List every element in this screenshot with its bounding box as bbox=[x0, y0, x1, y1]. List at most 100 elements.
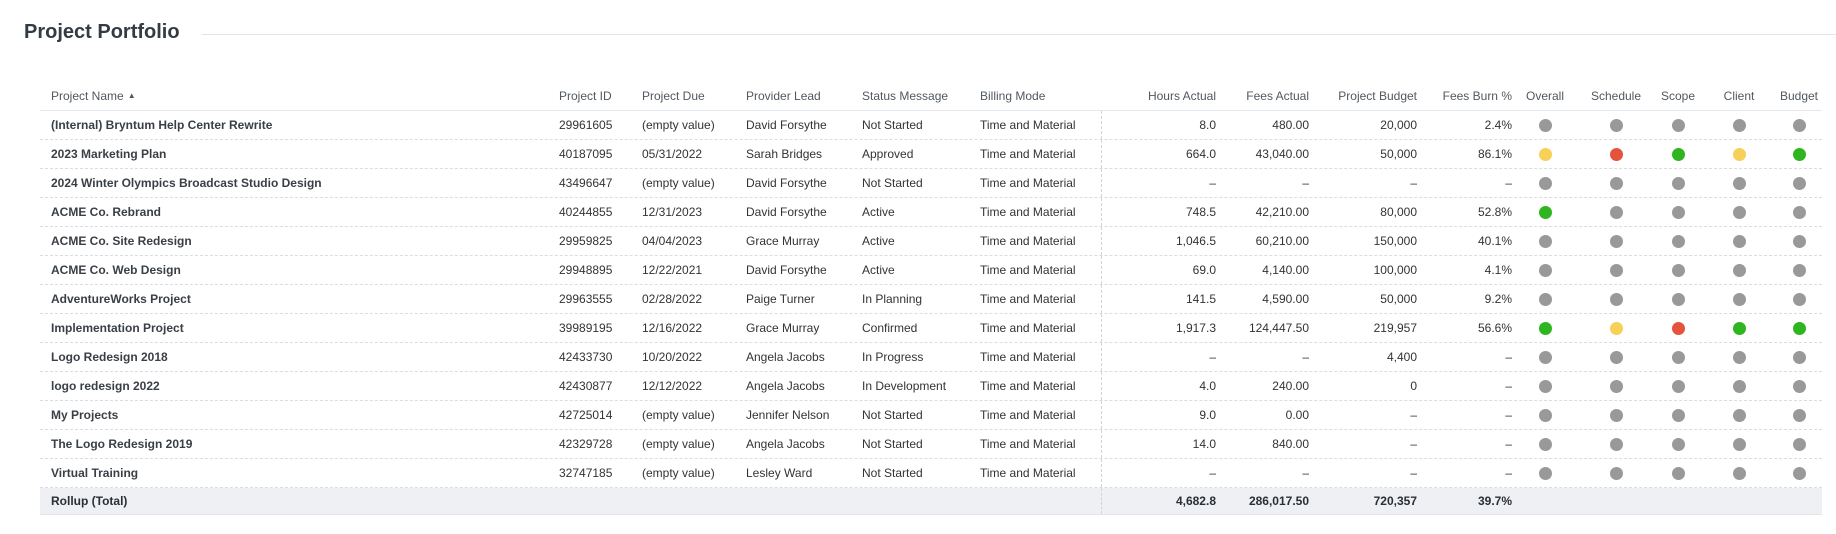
cell-client bbox=[1702, 372, 1776, 400]
status-dot-icon bbox=[1792, 321, 1806, 335]
cell-id: 29959825 bbox=[559, 234, 613, 248]
cell-budgetStatus bbox=[1776, 111, 1822, 139]
cell-burn: – bbox=[1505, 176, 1512, 190]
cell-budget: – bbox=[1410, 176, 1417, 190]
column-header-scope[interactable]: Scope bbox=[1654, 81, 1702, 110]
cell-budgetStatus bbox=[1776, 343, 1822, 371]
table-row[interactable]: The Logo Redesign 2019 42329728 (empty val… bbox=[40, 430, 1822, 459]
cell-lead: David Forsythe bbox=[746, 176, 827, 190]
status-dot-icon bbox=[1671, 263, 1685, 277]
status-dot-icon bbox=[1671, 205, 1685, 219]
cell-lead: Grace Murray bbox=[746, 321, 820, 335]
table-row[interactable]: AdventureWorks Project 29963555 02/28/2022… bbox=[40, 285, 1822, 314]
status-dot-icon bbox=[1792, 147, 1806, 161]
column-header-fees[interactable]: Fees Actual bbox=[1216, 81, 1309, 110]
column-header-schedule[interactable]: Schedule bbox=[1578, 81, 1654, 110]
cell-due: 02/28/2022 bbox=[642, 292, 703, 306]
cell-overall bbox=[1512, 372, 1578, 400]
cell-id: 29948895 bbox=[559, 263, 613, 277]
column-header-hours[interactable]: Hours Actual bbox=[1102, 81, 1216, 110]
cell-client bbox=[1702, 430, 1776, 458]
page-title: Project Portfolio bbox=[24, 20, 180, 43]
cell-fees: – bbox=[1302, 350, 1309, 364]
table-row[interactable]: ACME Co. Web Design 29948895 12/22/2021 Dav… bbox=[40, 256, 1822, 285]
column-header-label: Status Message bbox=[862, 88, 949, 103]
column-header-burn[interactable]: Fees Burn % bbox=[1417, 81, 1512, 110]
cell-due: (empty value) bbox=[642, 408, 715, 422]
table-row[interactable]: logo redesign 2022 42430877 12/12/2022 Ange… bbox=[40, 372, 1822, 401]
table-row[interactable]: Implementation Project 39989195 12/16/2022… bbox=[40, 314, 1822, 343]
cell-hours: 4.0 bbox=[1199, 379, 1216, 393]
column-header-status[interactable]: Status Message bbox=[862, 81, 977, 110]
cell-status: Confirmed bbox=[862, 321, 918, 335]
cell-schedule bbox=[1578, 459, 1654, 487]
column-header-label: Schedule bbox=[1590, 88, 1642, 103]
cell-hours: – bbox=[1209, 466, 1216, 480]
cell-status: Not Started bbox=[862, 118, 923, 132]
column-header-label: Fees Burn % bbox=[1442, 88, 1512, 103]
table-row[interactable]: My Projects 42725014 (empty value) Jennifer… bbox=[40, 401, 1822, 430]
cell-budgetStatus bbox=[1776, 140, 1822, 168]
status-dot-icon bbox=[1732, 408, 1746, 422]
cell-name: My Projects bbox=[51, 408, 119, 422]
column-header-overall[interactable]: Overall bbox=[1512, 81, 1578, 110]
column-header-name[interactable]: Project Name ▲ bbox=[51, 81, 551, 110]
status-dot-icon bbox=[1732, 176, 1746, 190]
table-row[interactable]: 2024 Winter Olympics Broadcast Studio De… bbox=[40, 169, 1822, 198]
table-row[interactable]: ACME Co. Site Redesign 29959825 04/04/2023… bbox=[40, 227, 1822, 256]
table-row[interactable]: (Internal) Bryntum Help Center Rewrite 29… bbox=[40, 111, 1822, 140]
table-row[interactable]: 2023 Marketing Plan 40187095 05/31/2022 Sar… bbox=[40, 140, 1822, 169]
cell-burn: 4.1% bbox=[1484, 263, 1512, 277]
column-header-label: Project Name bbox=[51, 88, 124, 103]
cell-burn: – bbox=[1505, 466, 1512, 480]
column-header-budgetStatus[interactable]: Budget bbox=[1776, 81, 1822, 110]
cell-fees: 480.00 bbox=[1272, 118, 1309, 132]
cell-lead: Jennifer Nelson bbox=[746, 408, 830, 422]
status-dot-icon bbox=[1732, 350, 1746, 364]
cell-overall bbox=[1512, 285, 1578, 313]
column-header-label: Provider Lead bbox=[746, 88, 821, 103]
cell-billing: Time and Material bbox=[980, 321, 1076, 335]
column-header-id[interactable]: Project ID bbox=[559, 81, 639, 110]
column-header-budget[interactable]: Project Budget bbox=[1309, 81, 1417, 110]
column-header-lead[interactable]: Provider Lead bbox=[746, 81, 858, 110]
cell-billing: Time and Material bbox=[980, 408, 1076, 422]
cell-client bbox=[1702, 198, 1776, 226]
cell-status: Not Started bbox=[862, 437, 923, 451]
cell-burn: 2.4% bbox=[1484, 118, 1512, 132]
column-header-billing[interactable]: Billing Mode bbox=[980, 81, 1100, 110]
cell-lead: Lesley Ward bbox=[746, 466, 813, 480]
total-fees: 286,017.50 bbox=[1248, 494, 1309, 508]
cell-due: 12/12/2022 bbox=[642, 379, 703, 393]
cell-id: 29961605 bbox=[559, 118, 613, 132]
cell-billing: Time and Material bbox=[980, 118, 1076, 132]
total-budget: 720,357 bbox=[1373, 494, 1417, 508]
cell-id: 29963555 bbox=[559, 292, 613, 306]
column-header-label: Project Budget bbox=[1338, 88, 1417, 103]
cell-billing: Time and Material bbox=[980, 263, 1076, 277]
status-dot-icon bbox=[1609, 379, 1623, 393]
status-dot-icon bbox=[1671, 147, 1685, 161]
table-row[interactable]: ACME Co. Rebrand 40244855 12/31/2023 David … bbox=[40, 198, 1822, 227]
table-row[interactable]: Logo Redesign 2018 42433730 10/20/2022 Ange… bbox=[40, 343, 1822, 372]
status-dot-icon bbox=[1732, 147, 1746, 161]
cell-name: ACME Co. Web Design bbox=[51, 263, 181, 277]
sort-ascending-icon[interactable]: ▲ bbox=[128, 91, 136, 100]
column-header-label: Billing Mode bbox=[980, 88, 1046, 103]
cell-budgetStatus bbox=[1776, 169, 1822, 197]
column-header-client[interactable]: Client bbox=[1702, 81, 1776, 110]
cell-client bbox=[1702, 140, 1776, 168]
status-dot-icon bbox=[1609, 147, 1623, 161]
status-dot-icon bbox=[1538, 263, 1552, 277]
status-dot-icon bbox=[1732, 205, 1746, 219]
column-header-due[interactable]: Project Due bbox=[642, 81, 742, 110]
status-dot-icon bbox=[1538, 321, 1552, 335]
cell-burn: 9.2% bbox=[1484, 292, 1512, 306]
cell-budgetStatus bbox=[1776, 285, 1822, 313]
cell-scope bbox=[1654, 227, 1702, 255]
column-header-label: Overall bbox=[1525, 88, 1564, 103]
cell-scope bbox=[1654, 256, 1702, 284]
table-row[interactable]: Virtual Training 32747185 (empty value) Les… bbox=[40, 459, 1822, 488]
cell-schedule bbox=[1578, 343, 1654, 371]
cell-fees: – bbox=[1302, 466, 1309, 480]
